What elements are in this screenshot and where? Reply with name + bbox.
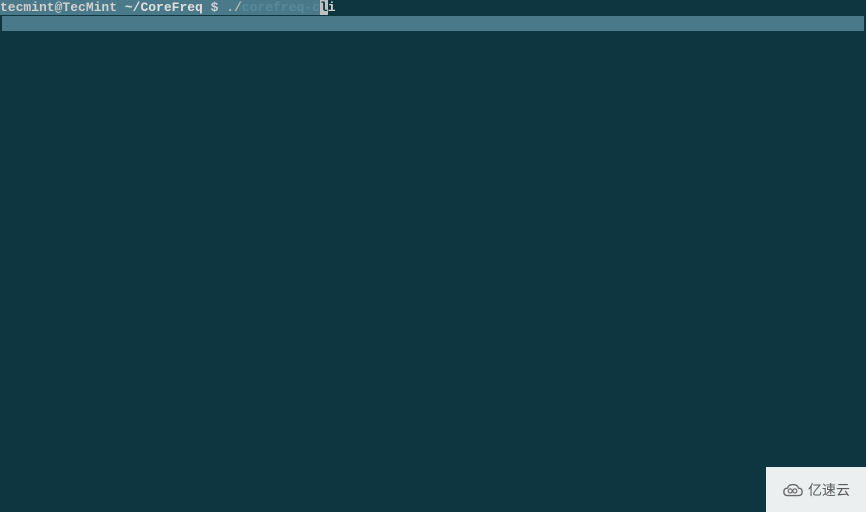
command-typed: ./ — [226, 0, 242, 15]
prompt-path: ~/CoreFreq — [125, 0, 203, 15]
command-autocomplete: corefreq-c — [242, 0, 320, 15]
terminal-window[interactable]: tecmint@TecMint ~/CoreFreq $ ./corefreq-… — [0, 0, 866, 512]
prompt-user-host: tecmint@TecMint — [0, 0, 117, 15]
watermark-badge: 亿速云 — [766, 467, 866, 512]
cloud-icon — [782, 482, 804, 498]
watermark-text: 亿速云 — [808, 480, 850, 500]
terminal-cursor: l — [320, 0, 328, 15]
highlighted-line — [2, 16, 864, 31]
command-after-cursor: i — [328, 0, 336, 15]
prompt-line[interactable]: tecmint@TecMint ~/CoreFreq $ ./corefreq-… — [0, 0, 866, 16]
